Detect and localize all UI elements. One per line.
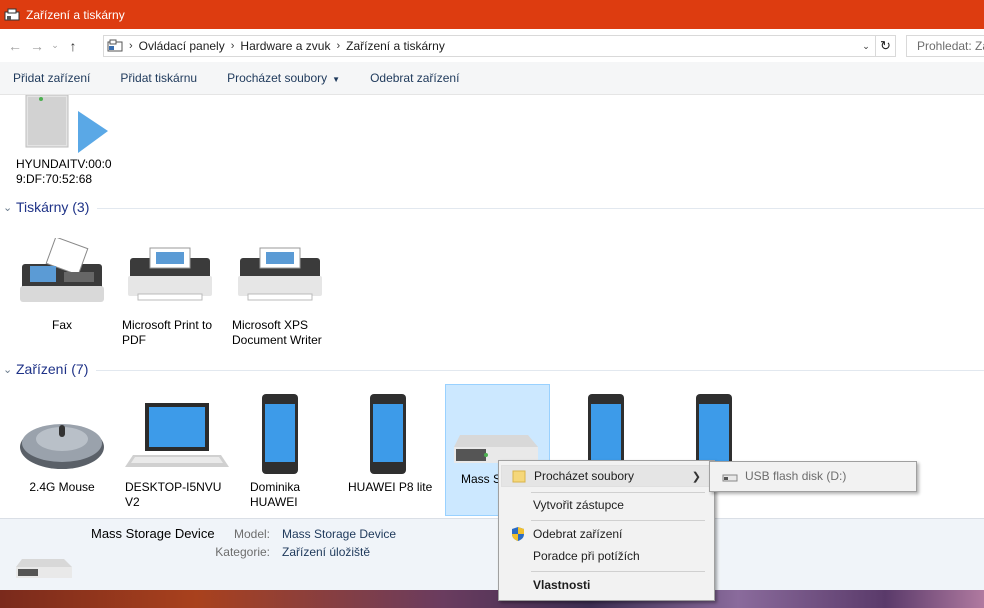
device-item-dominika-phone[interactable]: Dominika HUAWEI xyxy=(250,392,340,510)
search-input[interactable]: Prohledat: Za xyxy=(906,35,984,57)
printer-item-fax[interactable]: Fax xyxy=(10,236,114,333)
collapse-chevron-icon[interactable]: ⌄ xyxy=(3,363,15,376)
details-category-label: Kategorie: xyxy=(215,545,270,559)
printer-icon xyxy=(232,238,336,318)
devices-group-header[interactable]: ⌄ Zařízení (7) xyxy=(0,358,984,380)
browse-files-label: Procházet soubory xyxy=(227,71,328,85)
printer-item-pdf[interactable]: Microsoft Print to PDF xyxy=(122,238,226,348)
details-model-value: Mass Storage Device xyxy=(282,527,397,541)
printer-label: Fax xyxy=(51,318,72,332)
drive-icon xyxy=(14,555,74,584)
device-item-mouse[interactable]: 2.4G Mouse xyxy=(10,395,114,495)
submenu-item-usb-drive[interactable]: USB flash disk (D:) xyxy=(712,465,914,487)
menu-item-remove-device[interactable]: Odebrat zařízení xyxy=(501,523,712,545)
up-arrow-icon[interactable]: ↑ xyxy=(62,35,84,57)
submenu-label: USB flash disk (D:) xyxy=(745,469,847,483)
phone-icon xyxy=(250,392,340,480)
address-bar[interactable]: › Ovládací panely › Hardware a zvuk › Za… xyxy=(103,35,896,57)
printer-icon xyxy=(122,238,226,318)
submenu-arrow-icon: ❯ xyxy=(691,470,701,483)
forward-arrow-icon[interactable]: → xyxy=(26,35,48,57)
menu-label: Vlastnosti xyxy=(533,578,591,592)
title-bar: Zařízení a tiskárny xyxy=(0,0,984,29)
group-divider xyxy=(97,207,984,209)
breadcrumb-control-panel[interactable]: Ovládací panely xyxy=(133,39,231,53)
menu-separator xyxy=(531,571,705,572)
fax-icon xyxy=(10,236,114,318)
laptop-icon xyxy=(125,395,229,480)
refresh-icon[interactable]: ↻ xyxy=(875,36,895,56)
menu-label: Procházet soubory xyxy=(534,469,635,483)
menu-item-browse-files[interactable]: Procházet soubory ❯ xyxy=(501,465,712,487)
add-printer-button[interactable]: Přidat tiskárnu xyxy=(120,71,197,85)
printers-group-title: Tiskárny (3) xyxy=(16,199,90,215)
media-device-label: HYUNDAITV:00:09:DF:70:52:68 xyxy=(16,157,112,186)
devices-view: HYUNDAITV:00:09:DF:70:52:68 ⌄ Tiskárny (… xyxy=(0,95,984,518)
menu-label: Vytvořit zástupce xyxy=(533,498,624,512)
usb-drive-icon xyxy=(722,471,738,485)
device-item-huawei-phone[interactable]: HUAWEI P8 lite xyxy=(348,392,438,495)
window-title: Zařízení a tiskárny xyxy=(26,7,125,22)
desktop-wallpaper xyxy=(0,590,984,608)
device-label: HUAWEI P8 lite xyxy=(348,480,433,494)
remove-device-button[interactable]: Odebrat zařízení xyxy=(370,71,459,85)
command-bar: Přidat zařízení Přidat tiskárnu Procháze… xyxy=(0,62,984,95)
group-divider xyxy=(96,369,984,371)
device-label: Dominika HUAWEI xyxy=(250,480,301,509)
device-label: 2.4G Mouse xyxy=(29,480,95,494)
details-category-value: Zařízení úložiště xyxy=(282,545,371,559)
media-device-item[interactable]: HYUNDAITV:00:09:DF:70:52:68 xyxy=(14,95,112,187)
phone-icon xyxy=(348,392,438,480)
device-label: DESKTOP-I5NVU V2 xyxy=(125,480,222,509)
address-row: ← → ⌄ ↑ › Ovládací panely › Hardware a z… xyxy=(0,29,984,62)
menu-separator xyxy=(531,492,705,493)
devices-printers-icon xyxy=(4,7,20,23)
control-panel-icon xyxy=(107,39,123,53)
breadcrumb-devices-printers[interactable]: Zařízení a tiskárny xyxy=(340,39,451,53)
back-arrow-icon[interactable]: ← xyxy=(4,35,26,57)
browse-files-button[interactable]: Procházet soubory ▼ xyxy=(227,71,340,85)
details-device-name: Mass Storage Device xyxy=(91,526,215,541)
caret-down-icon: ▼ xyxy=(332,75,341,84)
menu-label: Poradce při potížích xyxy=(533,549,640,563)
drive-icon xyxy=(446,385,549,472)
device-item-desktop[interactable]: DESKTOP-I5NVU V2 xyxy=(125,395,229,510)
devices-group-title: Zařízení (7) xyxy=(16,361,89,377)
details-model-label: Model: xyxy=(233,527,270,541)
menu-label: Odebrat zařízení xyxy=(533,527,623,541)
collapse-chevron-icon[interactable]: ⌄ xyxy=(3,201,15,214)
media-server-icon xyxy=(14,95,110,157)
printers-group-header[interactable]: ⌄ Tiskárny (3) xyxy=(0,196,984,218)
printer-label: Microsoft Print to PDF xyxy=(122,318,213,347)
folder-icon xyxy=(512,469,526,486)
breadcrumb-hardware-sound[interactable]: Hardware a zvuk xyxy=(234,39,336,53)
mouse-icon xyxy=(10,395,114,480)
browse-submenu: USB flash disk (D:) xyxy=(709,461,917,492)
context-menu: Procházet soubory ❯ Vytvořit zástupce Od… xyxy=(498,460,715,601)
menu-item-troubleshoot[interactable]: Poradce při potížích xyxy=(501,545,712,567)
menu-separator xyxy=(531,520,705,521)
printer-item-xps[interactable]: Microsoft XPS Document Writer xyxy=(232,238,336,348)
recent-chevron-icon[interactable]: ⌄ xyxy=(48,35,62,57)
shield-icon xyxy=(510,526,526,545)
menu-item-create-shortcut[interactable]: Vytvořit zástupce xyxy=(501,494,712,516)
menu-item-properties[interactable]: Vlastnosti xyxy=(501,574,712,596)
details-pane: Mass Storage Device Model: Mass Storage … xyxy=(0,518,984,590)
printer-label: Microsoft XPS Document Writer xyxy=(232,318,322,347)
address-dropdown-icon[interactable]: ⌄ xyxy=(859,36,873,56)
add-device-button[interactable]: Přidat zařízení xyxy=(13,71,90,85)
